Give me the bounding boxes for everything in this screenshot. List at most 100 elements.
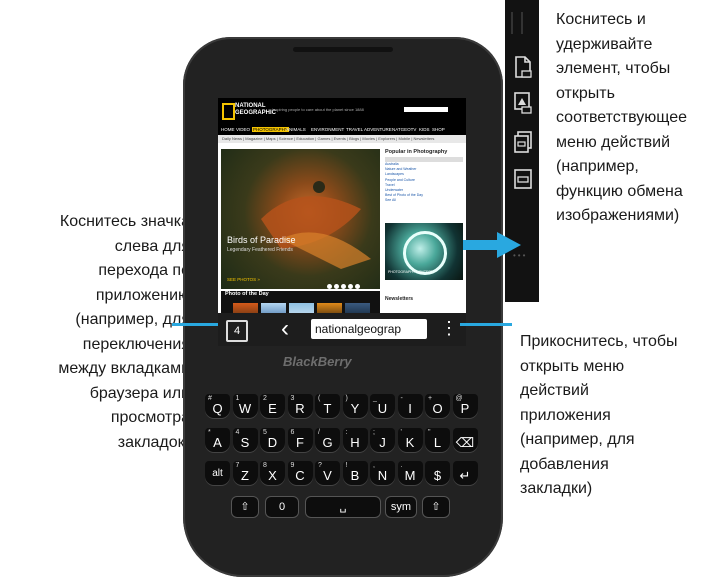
- keyboard-key[interactable]: -I: [397, 394, 423, 418]
- keyboard-key[interactable]: _ U: [370, 394, 395, 418]
- nav-item[interactable]: PHOTOGRAPHY: [252, 127, 289, 132]
- key-primary-label: Y: [350, 401, 360, 416]
- keyboard-key[interactable]: 7Z: [232, 461, 258, 485]
- callout-rb-line: открыть меню: [520, 357, 625, 375]
- key-primary-label: J: [379, 435, 386, 450]
- callout-right-bottom: Прикоснитесь, чтобы открыть меню действи…: [520, 330, 678, 502]
- keyboard-key[interactable]: " L: [425, 428, 450, 452]
- nav-item[interactable]: ANIMALS: [286, 127, 306, 132]
- key-primary-label: A: [213, 435, 222, 450]
- keyboard-key[interactable]: ' K: [397, 428, 423, 452]
- keyboard-key[interactable]: $: [425, 461, 450, 485]
- hero-subtitle: Legendary Feathered Friends: [227, 247, 293, 253]
- keyboard-key[interactable]: 1W: [232, 394, 258, 418]
- keyboard-key[interactable]: @ P: [452, 394, 478, 418]
- callout-rt-line: удерживайте: [556, 35, 653, 53]
- keyboard-key[interactable]: 4S: [232, 428, 258, 452]
- keyboard-key[interactable]: + O: [425, 394, 450, 418]
- key-primary-label: P: [460, 401, 470, 416]
- keyboard-key[interactable]: ) Y: [342, 394, 368, 418]
- key-primary-label: H: [350, 435, 360, 450]
- shift-key-left[interactable]: ⇧: [232, 497, 258, 517]
- newsletters-heading: Newsletters: [385, 296, 414, 302]
- potd-heading: Photo of the Day: [225, 291, 269, 297]
- key-primary-label: alt: [212, 468, 223, 479]
- menu-grip-icon: [511, 12, 523, 34]
- site-search-input[interactable]: [404, 107, 448, 112]
- keyboard-key[interactable]: * A: [205, 428, 230, 452]
- nav-item[interactable]: NATGEOTV: [392, 127, 416, 132]
- callout-rt-line: функцию обмена: [556, 182, 683, 200]
- site-logo[interactable]: NATIONAL GEOGRAPHIC: [235, 103, 276, 117]
- keyboard-key[interactable]: ; J: [370, 428, 395, 452]
- site-subnav: Daily News | Magazine | Maps | Science |…: [218, 135, 466, 143]
- nav-item[interactable]: ENVIRONMENT: [311, 127, 344, 132]
- callout-rb-line: закладки): [520, 480, 593, 497]
- callout-left-line: слева для: [114, 237, 190, 255]
- keyboard-key[interactable]: 6F: [287, 428, 313, 452]
- nav-item[interactable]: HOME: [221, 127, 235, 132]
- nav-item[interactable]: ADVENTURE: [364, 127, 392, 132]
- arrow-right-icon: [463, 232, 521, 258]
- key-primary-label: $: [433, 468, 442, 483]
- callout-left-line: закладок): [117, 433, 190, 451]
- share-link-icon[interactable]: [513, 166, 533, 192]
- keyboard-key[interactable]: :H: [342, 428, 368, 452]
- ng-logo-icon: [222, 103, 235, 120]
- sidebar-link[interactable]: See All: [385, 198, 463, 203]
- callout-left: Коснитесь значка слева для перехода по п…: [58, 210, 190, 455]
- zero-mic-key[interactable]: 0: [266, 497, 298, 517]
- keyboard-key[interactable]: ,N: [370, 461, 395, 485]
- keyboard-key[interactable]: alt: [205, 461, 230, 485]
- key-primary-label: G: [322, 435, 333, 450]
- keyboard-key[interactable]: .M: [397, 461, 423, 485]
- hero-image[interactable]: Birds of Paradise Legendary Feathered Fr…: [221, 149, 380, 289]
- keyboard-key[interactable]: 5D: [260, 428, 285, 452]
- keyboard-key[interactable]: ? V: [315, 461, 340, 485]
- keyboard-key[interactable]: / G: [315, 428, 340, 452]
- nav-item[interactable]: VIDEO: [236, 127, 250, 132]
- overflow-menu-button[interactable]: ⋮: [440, 316, 458, 340]
- keyboard-key[interactable]: ↵: [452, 461, 478, 485]
- share-image-icon[interactable]: [513, 90, 533, 116]
- key-primary-label: V: [323, 468, 332, 483]
- keyboard-key[interactable]: (T: [315, 394, 340, 418]
- key-primary-label: Q: [212, 401, 223, 416]
- key-primary-label: O: [432, 401, 443, 416]
- copy-link-icon[interactable]: [513, 128, 533, 154]
- keyboard-key[interactable]: 8X: [260, 461, 285, 485]
- subnav-links[interactable]: Daily News | Magazine | Maps | Science |…: [222, 136, 434, 141]
- keyboard-key[interactable]: 3R: [287, 394, 313, 418]
- url-field[interactable]: nationalgeograp: [311, 319, 427, 339]
- keyboard-key[interactable]: ⌫: [452, 428, 478, 452]
- site-nav: HOME VIDEO PHOTOGRAPHY ANIMALS ENVIRONME…: [218, 126, 466, 135]
- keyboard-key[interactable]: 2E: [260, 394, 285, 418]
- nav-item[interactable]: KIDS: [419, 127, 430, 132]
- nav-item[interactable]: TRAVEL: [346, 127, 363, 132]
- keyboard-key[interactable]: 9C: [287, 461, 313, 485]
- keyboard-key[interactable]: # Q: [205, 394, 230, 418]
- key-primary-label: I: [408, 401, 412, 416]
- callout-left-line: приложению: [95, 286, 190, 304]
- space-key[interactable]: ␣: [306, 497, 380, 517]
- key-primary-label: T: [323, 401, 332, 416]
- browser-viewport[interactable]: NATIONAL GEOGRAPHIC Inspiring people to …: [218, 98, 466, 346]
- back-button[interactable]: ‹: [281, 315, 289, 343]
- shift-key-right[interactable]: ⇧: [423, 497, 449, 517]
- callout-rb-line: действий: [520, 382, 589, 399]
- tabs-button[interactable]: 4: [226, 320, 248, 342]
- open-file-icon[interactable]: [513, 55, 533, 81]
- see-photos-link[interactable]: SEE PHOTOS »: [227, 277, 260, 282]
- key-primary-label: R: [295, 401, 305, 416]
- site-header: NATIONAL GEOGRAPHIC Inspiring people to …: [218, 98, 466, 126]
- nav-item[interactable]: SHOP: [432, 127, 445, 132]
- browser-action-bar: 4 ‹ nationalgeograp ⋮: [218, 313, 466, 346]
- keyboard-key[interactable]: ! B: [342, 461, 368, 485]
- brand-logo: BlackBerry: [283, 354, 352, 369]
- key-primary-label: S: [240, 435, 250, 450]
- callout-right-top: Коснитесь и удерживайте элемент, чтобы о…: [556, 8, 687, 229]
- contest-ad[interactable]: PHOTOGRAPHY CONTEST: [385, 223, 463, 280]
- callout-left-line: Коснитесь значка: [59, 213, 190, 230]
- sym-key[interactable]: sym: [386, 497, 416, 517]
- key-primary-label: U: [377, 401, 388, 416]
